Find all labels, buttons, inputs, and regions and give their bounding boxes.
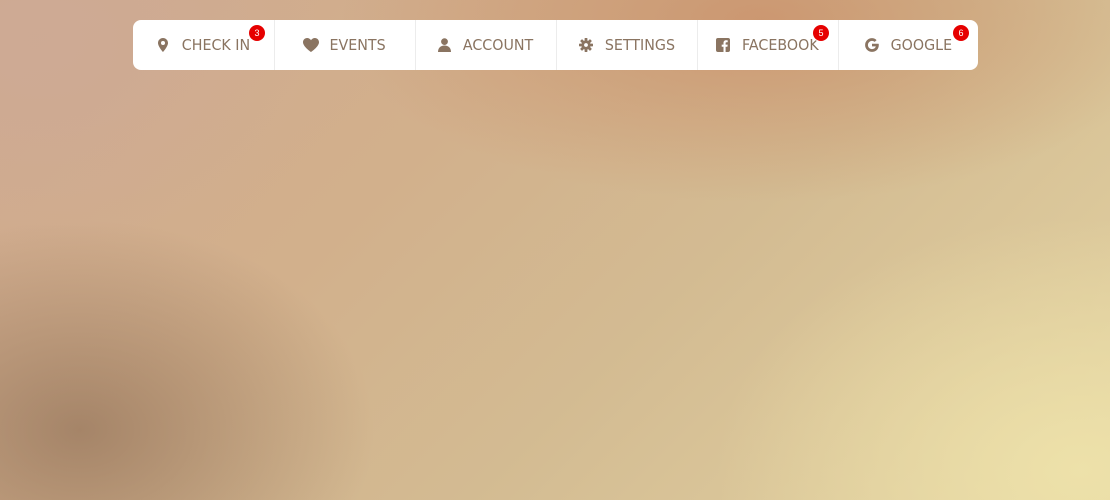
- google-icon: [864, 37, 880, 53]
- notification-badge: 5: [813, 25, 829, 41]
- nav-item-settings[interactable]: SETTINGS: [556, 20, 697, 70]
- nav-item-account[interactable]: ACCOUNT: [415, 20, 556, 70]
- top-navigation-bar: CHECK IN 3 EVENTS ACCOUNT SETTINGS FACEB…: [133, 20, 978, 70]
- notification-badge: 3: [249, 25, 265, 41]
- nav-item-label: ACCOUNT: [463, 36, 534, 54]
- nav-item-label: CHECK IN: [181, 36, 251, 54]
- nav-item-check-in[interactable]: CHECK IN 3: [133, 20, 274, 70]
- heart-icon: [302, 37, 319, 53]
- nav-item-label: GOOGLE: [890, 36, 952, 54]
- gear-icon: [578, 37, 594, 53]
- nav-item-events[interactable]: EVENTS: [274, 20, 415, 70]
- user-icon: [436, 37, 452, 53]
- nav-item-label: EVENTS: [329, 36, 386, 54]
- nav-item-google[interactable]: GOOGLE 6: [838, 20, 978, 70]
- map-pin-icon: [155, 37, 171, 53]
- notification-badge: 6: [953, 25, 969, 41]
- nav-item-facebook[interactable]: FACEBOOK 5: [697, 20, 838, 70]
- nav-item-label: FACEBOOK: [742, 36, 819, 54]
- facebook-icon: [715, 37, 731, 53]
- nav-item-label: SETTINGS: [604, 36, 675, 54]
